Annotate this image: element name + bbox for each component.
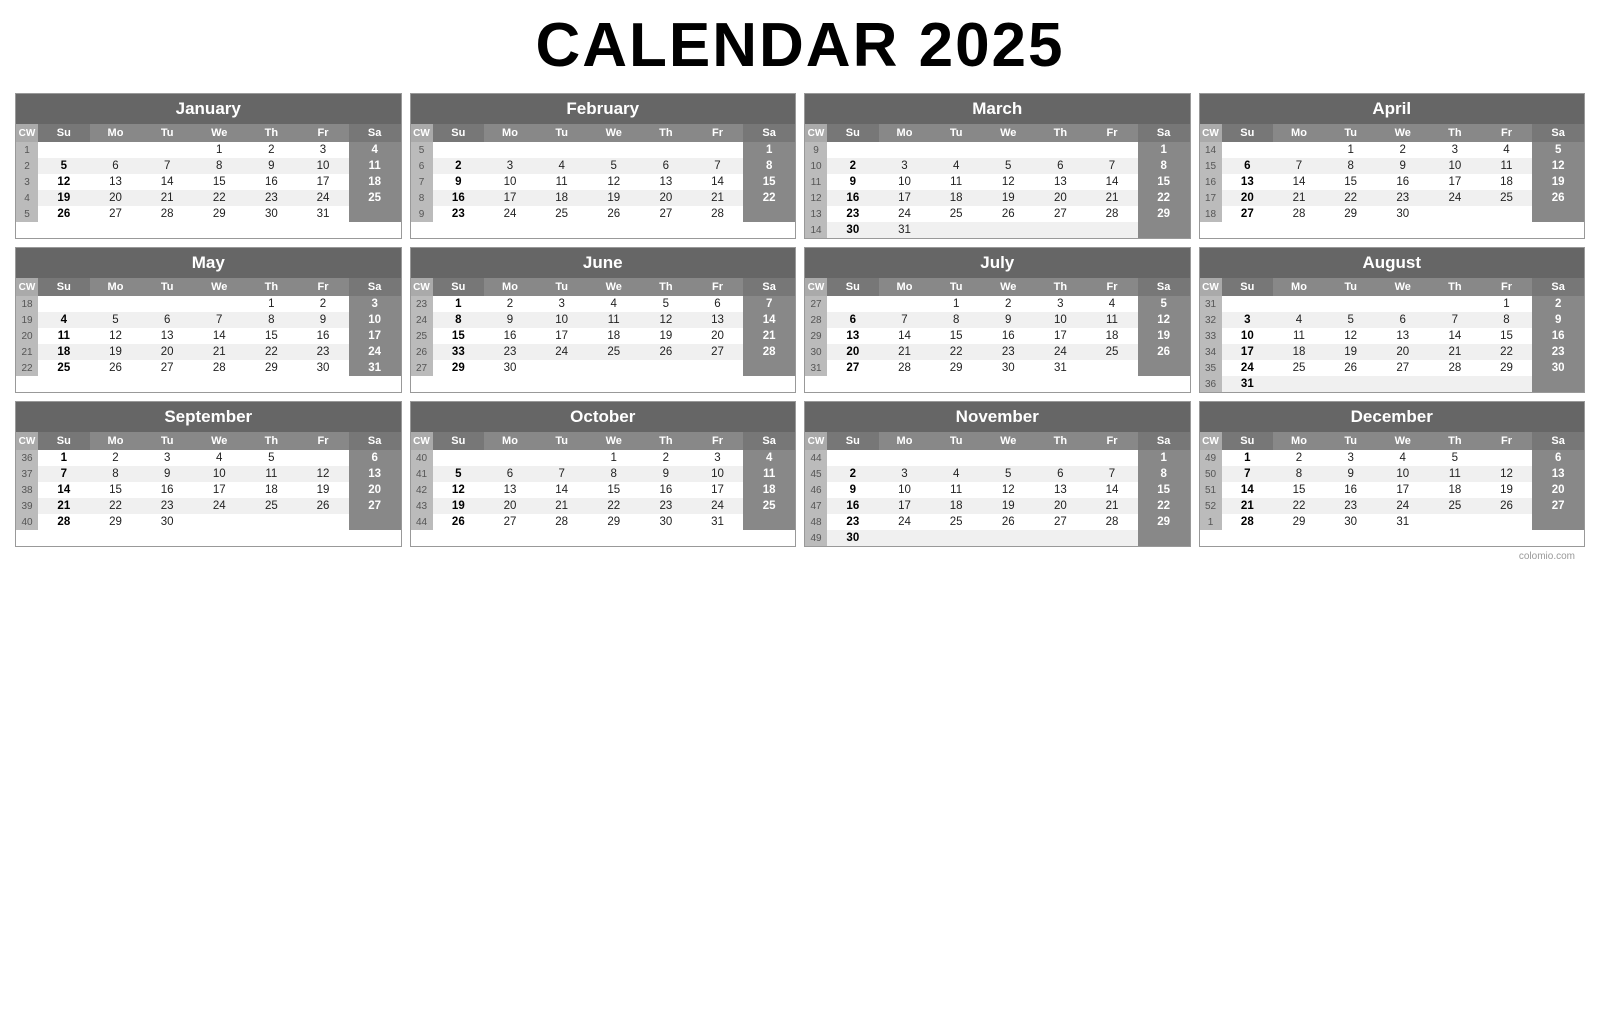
table-row: 441 [805,450,1190,466]
table-row: 452345678 [805,466,1190,482]
table-row: 272930 [411,360,796,376]
table-row: 4319202122232425 [411,498,796,514]
table-row: 128293031 [1200,514,1585,530]
table-row: 2225262728293031 [16,360,401,376]
month-july: JulyCWSuMoTuWeThFrSa27123452867891011122… [804,247,1191,393]
table-row: 3631 [1200,376,1585,392]
table-row: 286789101112 [805,312,1190,328]
table-row: 3310111213141516 [1200,328,1585,344]
table-row: 2011121314151617 [16,328,401,344]
table-row: 469101112131415 [805,482,1190,498]
table-row: 41567891011 [411,466,796,482]
table-row: 1323242526272829 [805,206,1190,222]
table-row: 2567891011 [16,158,401,174]
month-march: MarchCWSuMoTuWeThFrSa9110234567811910111… [804,93,1191,239]
table-row: 11234 [16,142,401,158]
table-row: 24891011121314 [411,312,796,328]
table-row: 49123456 [1200,450,1585,466]
month-header: February [411,94,796,124]
month-february: FebruaryCWSuMoTuWeThFrSa5162345678791011… [410,93,797,239]
table-row: 102345678 [805,158,1190,174]
table-row: 1945678910 [16,312,401,328]
table-row: 3112 [1200,296,1585,312]
table-row: 36123456 [16,450,401,466]
table-row: 4716171819202122 [805,498,1190,514]
table-row: 2515161718192021 [411,328,796,344]
table-row: 312131415161718 [16,174,401,190]
month-june: JuneCWSuMoTuWeThFrSa23123456724891011121… [410,247,797,393]
table-row: 2633232425262728 [411,344,796,360]
table-row: 419202122232425 [16,190,401,206]
month-header: November [805,402,1190,432]
calendar-grid: JanuaryCWSuMoTuWeThFrSa11234256789101131… [15,93,1585,547]
month-october: OctoberCWSuMoTuWeThFrSa40123441567891011… [410,401,797,547]
table-row: 1613141516171819 [1200,174,1585,190]
table-row: 1720212223242526 [1200,190,1585,206]
month-december: DecemberCWSuMoTuWeThFrSa4912345650789101… [1199,401,1586,547]
month-header: August [1200,248,1585,278]
table-row: 40282930 [16,514,401,530]
table-row: 62345678 [411,158,796,174]
month-header: October [411,402,796,432]
table-row: 4212131415161718 [411,482,796,498]
table-row: 4930 [805,530,1190,546]
table-row: 3921222324252627 [16,498,401,514]
footer: colomio.com [15,551,1585,562]
table-row: 79101112131415 [411,174,796,190]
table-row: 3778910111213 [16,466,401,482]
month-header: April [1200,94,1585,124]
table-row: 2712345 [805,296,1190,312]
table-row: 2118192021222324 [16,344,401,360]
table-row: 119101112131415 [805,174,1190,190]
table-row: 401234 [411,450,796,466]
table-row: 2913141516171819 [805,328,1190,344]
month-header: September [16,402,401,432]
month-august: AugustCWSuMoTuWeThFrSa311232345678933101… [1199,247,1586,393]
table-row: 44262728293031 [411,514,796,530]
table-row: 1412345 [1200,142,1585,158]
table-row: 1827282930 [1200,206,1585,222]
month-may: MayCWSuMoTuWeThFrSa181231945678910201112… [15,247,402,393]
table-row: 3524252627282930 [1200,360,1585,376]
table-row: 3814151617181920 [16,482,401,498]
table-row: 5114151617181920 [1200,482,1585,498]
month-header: July [805,248,1190,278]
table-row: 323456789 [1200,312,1585,328]
table-row: 5078910111213 [1200,466,1585,482]
page-title: CALENDAR 2025 [15,10,1585,81]
month-header: May [16,248,401,278]
table-row: 312728293031 [805,360,1190,376]
table-row: 51 [411,142,796,158]
table-row: 4823242526272829 [805,514,1190,530]
table-row: 9232425262728 [411,206,796,222]
month-header: January [16,94,401,124]
table-row: 5221222324252627 [1200,498,1585,514]
month-header: March [805,94,1190,124]
table-row: 18123 [16,296,401,312]
month-header: June [411,248,796,278]
table-row: 3417181920212223 [1200,344,1585,360]
month-january: JanuaryCWSuMoTuWeThFrSa11234256789101131… [15,93,402,239]
month-april: AprilCWSuMoTuWeThFrSa1412345156789101112… [1199,93,1586,239]
month-september: SeptemberCWSuMoTuWeThFrSa361234563778910… [15,401,402,547]
table-row: 5262728293031 [16,206,401,222]
month-header: December [1200,402,1585,432]
table-row: 156789101112 [1200,158,1585,174]
month-november: NovemberCWSuMoTuWeThFrSa4414523456784691… [804,401,1191,547]
table-row: 816171819202122 [411,190,796,206]
table-row: 91 [805,142,1190,158]
table-row: 143031 [805,222,1190,238]
table-row: 1216171819202122 [805,190,1190,206]
table-row: 231234567 [411,296,796,312]
table-row: 3020212223242526 [805,344,1190,360]
